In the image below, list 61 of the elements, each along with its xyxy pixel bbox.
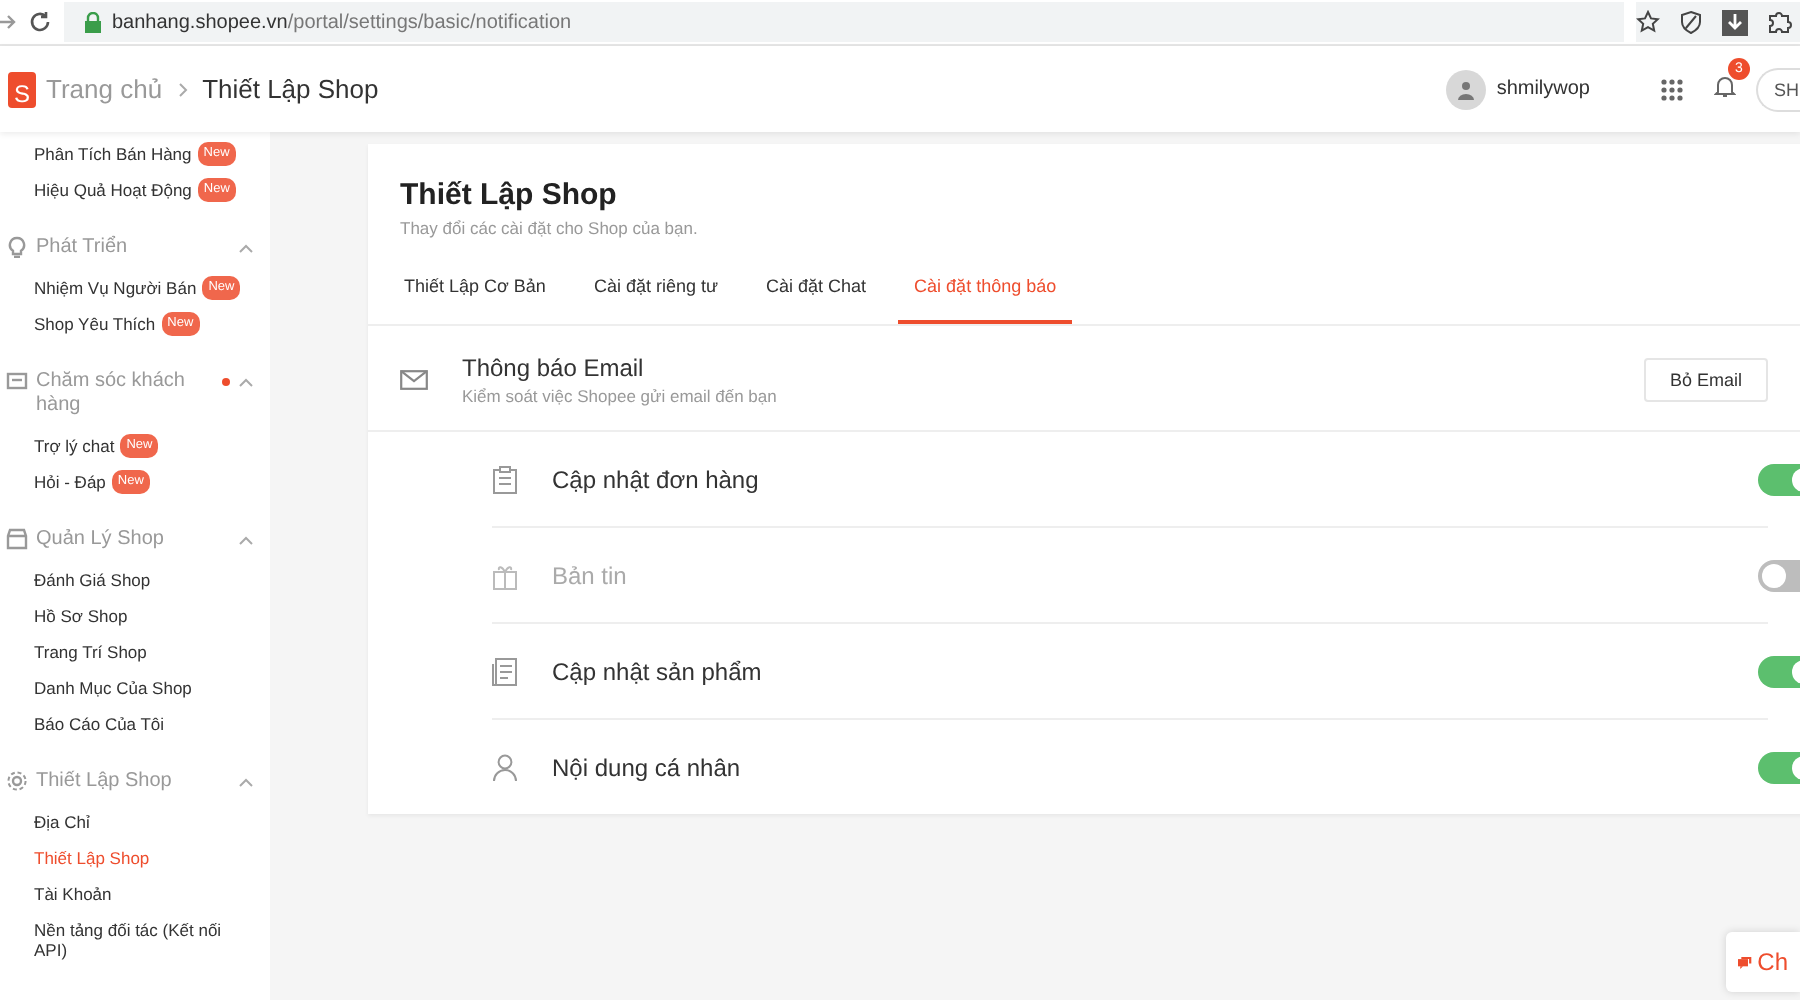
sidebar-link[interactable]: Nhiệm Vụ Người Bán xyxy=(34,278,197,298)
settings-tab[interactable]: Thiết Lập Cơ Bản xyxy=(388,254,562,324)
sidebar-link[interactable]: Phân Tích Bán Hàng xyxy=(34,144,192,164)
sidebar-link[interactable]: Thiết Lập Shop xyxy=(34,848,150,868)
chevron-up-icon[interactable] xyxy=(238,240,254,256)
shop-button[interactable]: SH xyxy=(1756,67,1800,111)
setting-label: Nội dung cá nhân xyxy=(552,753,743,781)
settings-tab[interactable]: Cài đặt Chat xyxy=(750,254,883,324)
puzzle-icon[interactable] xyxy=(1768,10,1792,34)
sidebar-link[interactable]: Trợ lý chat xyxy=(34,436,115,456)
download-icon[interactable] xyxy=(1722,9,1748,35)
chat-button[interactable]: Ch xyxy=(1726,932,1800,992)
username[interactable]: shmilywop xyxy=(1496,78,1590,100)
sidebar-link[interactable]: Danh Mục Của Shop xyxy=(34,678,192,698)
chevron-up-icon[interactable] xyxy=(238,374,254,390)
chevron-up-icon[interactable] xyxy=(238,774,254,790)
page-subtitle: Thay đổi các cài đặt cho Shop của bạn. xyxy=(400,218,700,238)
star-icon[interactable] xyxy=(1636,10,1660,34)
setting-label: Cập nhật đơn hàng xyxy=(552,465,761,493)
sidebar-link[interactable]: Địa Chỉ xyxy=(34,812,90,832)
sidebar-link[interactable]: Tài Khoản xyxy=(34,884,112,904)
reload-icon[interactable] xyxy=(28,10,52,34)
shop-logo[interactable]: S xyxy=(8,71,36,107)
document-icon xyxy=(492,657,518,685)
section-title: Thông báo Email xyxy=(462,354,644,382)
sidebar-link[interactable]: Nền tảng đối tác (Kết nối API) xyxy=(34,920,250,960)
sidebar-link[interactable]: Shop Yêu Thích xyxy=(34,314,156,334)
sidebar-link[interactable]: Trang Trí Shop xyxy=(34,642,147,662)
lock-icon xyxy=(84,11,102,33)
envelope-icon xyxy=(400,370,428,390)
setting-label: Bản tin xyxy=(552,561,629,589)
setting-label: Cập nhật sản phẩm xyxy=(552,657,764,685)
chevron-up-icon[interactable] xyxy=(238,532,254,548)
gear-icon xyxy=(6,770,28,792)
settings-tab[interactable]: Cài đặt thông báo xyxy=(898,254,1073,324)
sidebar-link[interactable]: Hỏi - Đáp xyxy=(34,472,106,492)
forward-icon[interactable] xyxy=(0,12,16,32)
avatar-icon[interactable] xyxy=(1446,69,1487,109)
url-text: banhang.shopee.vn/portal/settings/basic/notification xyxy=(112,11,572,33)
page-title: Thiết Lập Shop xyxy=(400,178,619,212)
chevron-right-icon xyxy=(178,81,189,97)
sidebar-link[interactable]: Hiệu Quả Hoạt Động xyxy=(34,180,192,200)
clipboard-icon xyxy=(492,465,518,493)
shield-icon[interactable] xyxy=(1680,10,1702,34)
page-heading: Thiết Lập Shop xyxy=(202,74,379,104)
settings-tab[interactable]: Cài đặt riêng tư xyxy=(577,254,735,324)
person-icon xyxy=(1456,79,1477,99)
remove-email-button[interactable]: Bỏ Email xyxy=(1643,358,1768,402)
store-icon xyxy=(6,528,28,550)
bell-icon[interactable] xyxy=(1714,73,1736,97)
section-description: Kiểm soát việc Shopee gửi email đến bạn xyxy=(462,386,777,406)
sidebar-link[interactable]: Hồ Sơ Shop xyxy=(34,606,128,626)
chat-box-icon xyxy=(6,370,28,392)
chat-icon xyxy=(1738,951,1752,973)
gift-icon xyxy=(492,561,518,589)
sidebar-link[interactable]: Báo Cáo Của Tôi xyxy=(34,714,165,734)
apps-grid-icon[interactable] xyxy=(1660,77,1684,101)
lightbulb-icon xyxy=(6,236,28,258)
sidebar-link[interactable]: Đánh Giá Shop xyxy=(34,570,151,590)
person-icon xyxy=(492,753,518,781)
address-bar[interactable]: banhang.shopee.vn/portal/settings/basic/notification xyxy=(64,2,1624,42)
